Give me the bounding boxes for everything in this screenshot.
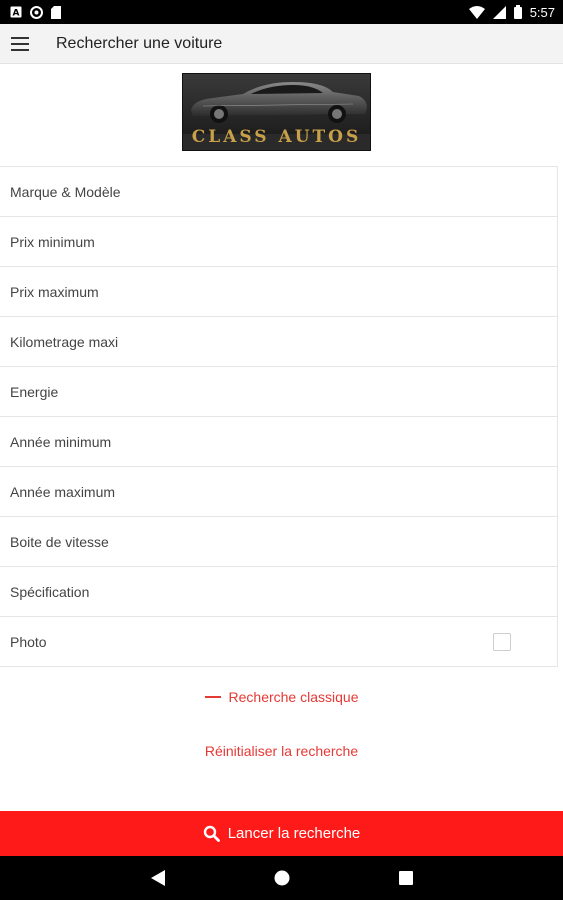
field-specification[interactable]: Spécification bbox=[0, 567, 557, 617]
classic-search-label: Recherche classique bbox=[228, 689, 359, 705]
record-icon bbox=[30, 5, 43, 19]
reset-search-link[interactable]: Réinitialiser la recherche bbox=[0, 743, 563, 759]
logo: CLASS AUTOS bbox=[182, 73, 371, 151]
svg-text:A: A bbox=[13, 9, 20, 19]
back-icon bbox=[150, 870, 165, 886]
field-label: Photo bbox=[10, 633, 47, 650]
field-label: Energie bbox=[10, 383, 59, 400]
app-bar: Rechercher une voiture bbox=[0, 24, 563, 64]
home-icon bbox=[274, 870, 290, 886]
field-year-min[interactable]: Année minimum bbox=[0, 417, 557, 467]
launch-search-label: Lancer la recherche bbox=[227, 825, 361, 842]
field-photo: Photo bbox=[0, 617, 557, 667]
recents-button[interactable] bbox=[394, 866, 418, 890]
field-label: Kilometrage maxi bbox=[10, 333, 119, 350]
status-bar-right: 5:57 bbox=[468, 4, 555, 20]
launch-search-button[interactable]: Lancer la recherche bbox=[0, 811, 563, 856]
field-label: Année maximum bbox=[10, 483, 116, 500]
battery-icon bbox=[513, 5, 522, 19]
menu-button[interactable] bbox=[0, 24, 40, 64]
hamburger-menu-icon bbox=[11, 36, 29, 51]
sd-card-icon bbox=[51, 5, 61, 19]
navigation-bar bbox=[0, 856, 563, 900]
field-price-min[interactable]: Prix minimum bbox=[0, 217, 557, 267]
home-button[interactable] bbox=[270, 866, 294, 890]
app-a-icon: A bbox=[10, 6, 22, 18]
field-energy[interactable]: Energie bbox=[0, 367, 557, 417]
page-title: Rechercher une voiture bbox=[56, 34, 223, 52]
field-year-max[interactable]: Année maximum bbox=[0, 467, 557, 517]
logo-text: CLASS AUTOS bbox=[191, 127, 362, 147]
field-label: Marque & Modèle bbox=[10, 183, 121, 200]
logo-image: CLASS AUTOS bbox=[182, 73, 371, 151]
recents-icon bbox=[398, 871, 413, 885]
back-button[interactable] bbox=[146, 866, 170, 890]
field-brand-model[interactable]: Marque & Modèle bbox=[0, 167, 557, 217]
signal-icon bbox=[492, 5, 506, 19]
status-time: 5:57 bbox=[529, 4, 555, 20]
classic-search-link[interactable]: Recherche classique bbox=[0, 689, 563, 705]
field-label: Prix minimum bbox=[10, 233, 95, 250]
search-form: Marque & Modèle Prix minimum Prix maximu… bbox=[0, 166, 558, 667]
field-label: Spécification bbox=[10, 583, 90, 600]
field-label: Année minimum bbox=[10, 433, 112, 450]
wifi-icon bbox=[468, 5, 485, 19]
field-price-max[interactable]: Prix maximum bbox=[0, 267, 557, 317]
search-icon bbox=[203, 825, 220, 842]
status-bar-left: A bbox=[10, 5, 61, 19]
minus-icon bbox=[204, 696, 221, 698]
field-label: Boite de vitesse bbox=[10, 533, 109, 550]
photo-checkbox[interactable] bbox=[493, 633, 511, 651]
field-mileage-max[interactable]: Kilometrage maxi bbox=[0, 317, 557, 367]
car-icon bbox=[183, 74, 370, 134]
field-label: Prix maximum bbox=[10, 283, 99, 300]
status-bar: A 5:57 bbox=[0, 0, 563, 24]
field-gearbox[interactable]: Boite de vitesse bbox=[0, 517, 557, 567]
